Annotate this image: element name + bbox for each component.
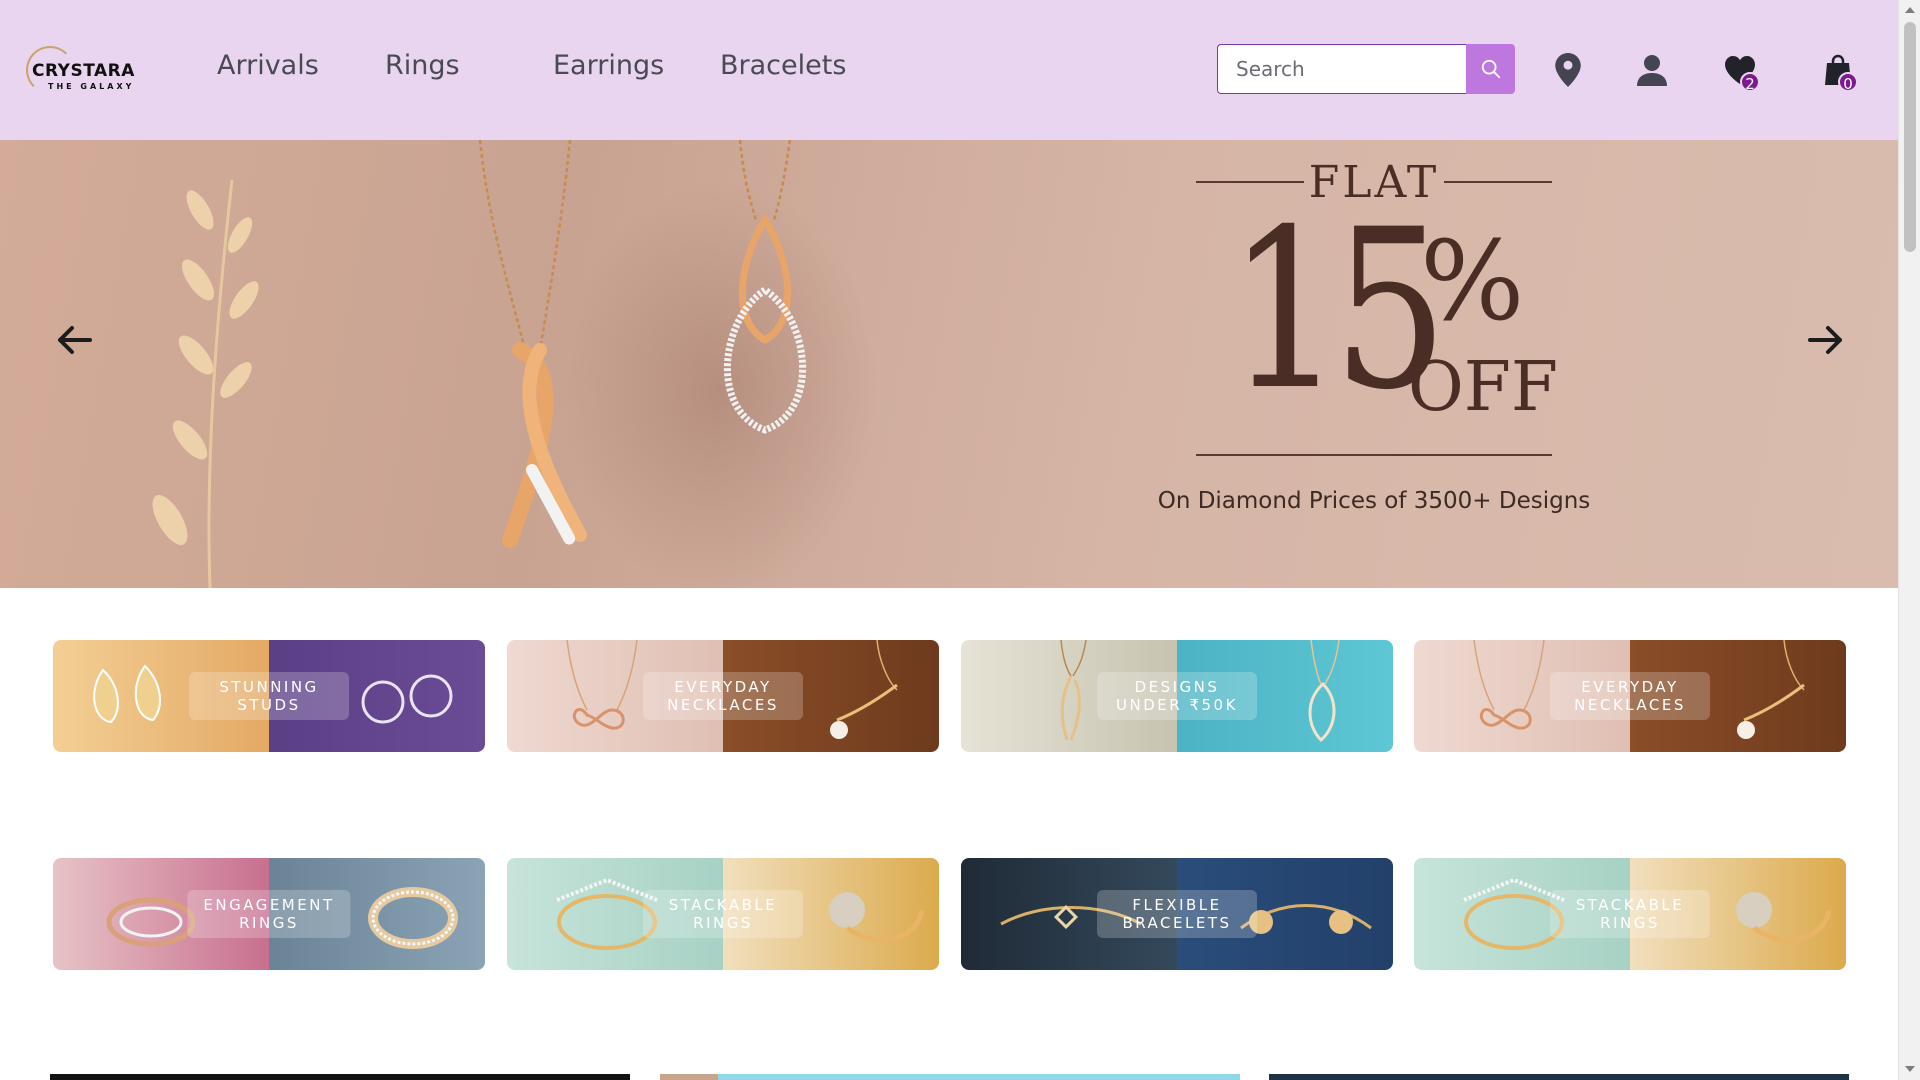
arrow-left-icon[interactable] (50, 316, 98, 364)
promo-banner-1[interactable] (50, 1074, 630, 1080)
stud-earrings-image (93, 664, 161, 724)
brand-tagline: THE GALAXY (48, 82, 135, 91)
discount-amount: 15 (1228, 182, 1448, 438)
scroll-up-arrow-icon[interactable] (1905, 7, 1915, 13)
page-scrollbar[interactable] (1898, 0, 1920, 1080)
discount-percent-sign: % (1420, 217, 1525, 345)
location-button[interactable] (1548, 50, 1588, 90)
category-tile-stunning-studs[interactable]: STUNNING STUDS (53, 640, 485, 752)
arrow-right-icon[interactable] (1802, 316, 1850, 364)
brand-logo[interactable]: CRYSTARA THE GALAXY (24, 42, 154, 98)
page: CRYSTARA THE GALAXY Arrivals Rings Earri… (0, 0, 1898, 1080)
account-button[interactable] (1632, 50, 1672, 90)
scroll-down-arrow-icon[interactable] (1905, 1066, 1915, 1072)
tile-label: EVERYDAY NECKLACES (1550, 672, 1710, 720)
category-tile-everyday-necklaces-2[interactable]: EVERYDAY NECKLACES (1414, 640, 1846, 752)
cart-count-badge: 0 (1838, 72, 1858, 93)
teardrop-pendant (723, 140, 807, 434)
site-header: CRYSTARA THE GALAXY Arrivals Rings Earri… (0, 0, 1898, 140)
category-tile-stackable-rings[interactable]: STACKABLE RINGS (507, 858, 939, 970)
nav-item-bracelets[interactable]: Bracelets (720, 50, 846, 81)
infinity-necklace-image (566, 640, 638, 730)
hero-subtitle: On Diamond Prices of 3500+ Designs (1157, 488, 1591, 514)
leaf-necklace-image (1737, 640, 1805, 739)
category-tile-flexible-bracelets[interactable]: FLEXIBLE BRACELETS (961, 858, 1393, 970)
ribbon-pendant (478, 140, 587, 548)
infinity-necklace-image (1473, 640, 1545, 730)
user-icon (1637, 55, 1667, 86)
cluster-ring-image (1736, 892, 1832, 943)
promo-banner-3[interactable] (1269, 1074, 1849, 1080)
discount-off-text: OFF (1408, 348, 1559, 427)
tile-label: FLEXIBLE BRACELETS (1097, 890, 1257, 938)
wishlist-count-badge: 2 (1740, 72, 1760, 93)
category-tile-everyday-necklaces[interactable]: EVERYDAY NECKLACES (507, 640, 939, 752)
search-input[interactable] (1217, 44, 1466, 94)
hero-divider (1196, 454, 1552, 456)
category-tile-designs-under-50k[interactable]: DESIGNS UNDER ₹50K (961, 640, 1393, 752)
hero-banner[interactable]: FLAT 15 % OFF On Diamond Prices of 3500+… (0, 140, 1898, 588)
tile-label: ENGAGEMENT RINGS (187, 890, 351, 938)
promo-banner-2[interactable] (660, 1074, 1240, 1080)
cluster-ring-image (829, 892, 925, 943)
tile-label: DESIGNS UNDER ₹50K (1097, 672, 1257, 720)
purple-stud-image (361, 674, 453, 724)
cart-button[interactable]: 0 (1818, 50, 1858, 93)
nav-item-arrivals[interactable]: Arrivals (217, 50, 319, 81)
map-pin-icon (1555, 53, 1581, 87)
category-tile-engagement-rings[interactable]: ENGAGEMENT RINGS (53, 858, 485, 970)
category-tile-stackable-rings-2[interactable]: STACKABLE RINGS (1414, 858, 1846, 970)
scroll-thumb[interactable] (1904, 22, 1916, 252)
brand-name: CRYSTARA (32, 61, 135, 81)
tile-label: EVERYDAY NECKLACES (643, 672, 803, 720)
wishlist-button[interactable]: 2 (1720, 50, 1760, 93)
nav-item-earrings[interactable]: Earrings (553, 50, 664, 81)
tile-label: STUNNING STUDS (189, 672, 349, 720)
leaf-pendant-image (1308, 640, 1340, 743)
nav-item-rings[interactable]: Rings (385, 50, 460, 81)
search-icon (1481, 59, 1500, 79)
leaf-necklace-image (830, 640, 898, 739)
tile-label: STACKABLE RINGS (1550, 890, 1710, 938)
band-ring-image (368, 887, 458, 949)
tile-label: STACKABLE RINGS (643, 890, 803, 938)
dried-grass-decoration (152, 179, 259, 588)
search-button[interactable] (1466, 44, 1515, 94)
flat-line-right (1444, 181, 1552, 183)
